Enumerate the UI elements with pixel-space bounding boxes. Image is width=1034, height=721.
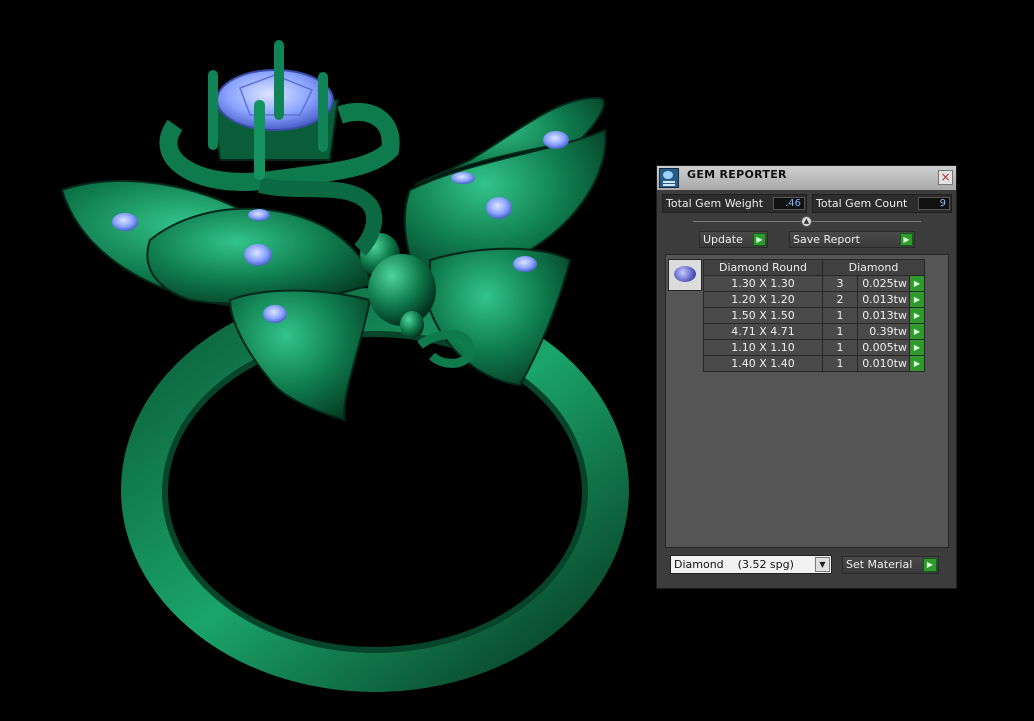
gem-count-cell: 3 <box>822 275 858 292</box>
gem-list: Diamond Round Diamond 1.30 X 1.30 3 0.025t… <box>665 254 949 548</box>
gem-size-cell: 1.20 X 1.20 <box>703 291 823 308</box>
gem-weight-cell: 0.39tw <box>857 323 910 340</box>
close-icon[interactable]: × <box>938 170 953 185</box>
material-dropdown[interactable]: Diamond (3.52 spg) ▼ <box>670 555 832 574</box>
gem-size-cell: 1.30 X 1.30 <box>703 275 823 292</box>
table-row[interactable]: 1.10 X 1.10 1 0.005tw ▶ <box>703 339 925 356</box>
panel-title: GEM REPORTER <box>687 168 787 181</box>
accent-gem <box>263 305 287 323</box>
go-arrow-icon[interactable]: ▶ <box>909 355 925 372</box>
total-gem-count-value: 9 <box>918 197 950 210</box>
total-gem-weight: Total Gem Weight .46 <box>662 194 807 213</box>
accent-gem <box>543 131 569 149</box>
gem-count-cell: 1 <box>822 355 858 372</box>
gem-size-cell: 1.40 X 1.40 <box>703 355 823 372</box>
go-arrow-icon[interactable]: ▶ <box>909 339 925 356</box>
table-row[interactable]: 1.40 X 1.40 1 0.010tw ▶ <box>703 355 925 372</box>
table-row[interactable]: 1.50 X 1.50 1 0.013tw ▶ <box>703 307 925 324</box>
total-gem-count-label: Total Gem Count <box>816 197 908 210</box>
diamond-gem-icon[interactable] <box>668 259 702 291</box>
table-row[interactable]: 4.71 X 4.71 1 0.39tw ▶ <box>703 323 925 340</box>
gem-count-cell: 2 <box>822 291 858 308</box>
gem-size-cell: 4.71 X 4.71 <box>703 323 823 340</box>
gem-count-cell: 1 <box>822 307 858 324</box>
total-gem-weight-label: Total Gem Weight <box>666 197 764 210</box>
column-header-shape: Diamond Round <box>703 259 823 276</box>
go-arrow-icon: ▶ <box>753 233 766 246</box>
accent-gem <box>451 172 475 184</box>
save-report-button[interactable]: Save Report ▶ <box>789 231 915 248</box>
gem-size-cell: 1.50 X 1.50 <box>703 307 823 324</box>
accent-gem <box>513 256 537 272</box>
material-selected-value: Diamond (3.52 spg) <box>674 558 794 571</box>
accent-gem <box>244 244 272 266</box>
ring-band <box>121 288 629 692</box>
table-row[interactable]: 1.20 X 1.20 2 0.013tw ▶ <box>703 291 925 308</box>
gem-count-cell: 1 <box>822 323 858 340</box>
gem-weight-cell: 0.025tw <box>857 275 910 292</box>
go-arrow-icon: ▶ <box>900 233 913 246</box>
go-arrow-icon[interactable]: ▶ <box>909 307 925 324</box>
gem-size-cell: 1.10 X 1.10 <box>703 339 823 356</box>
go-arrow-icon[interactable]: ▶ <box>909 275 925 292</box>
gem-weight-cell: 0.013tw <box>857 307 910 324</box>
collapse-icon[interactable]: ▲ <box>801 216 812 227</box>
gem-weight-cell: 0.005tw <box>857 339 910 356</box>
set-material-button-label: Set Material <box>846 558 913 571</box>
total-gem-weight-value: .46 <box>773 197 805 210</box>
gem-weight-cell: 0.010tw <box>857 355 910 372</box>
chevron-down-icon[interactable]: ▼ <box>815 557 830 572</box>
save-report-button-label: Save Report <box>793 233 860 246</box>
go-arrow-icon[interactable]: ▶ <box>909 323 925 340</box>
column-header-material: Diamond <box>822 259 925 276</box>
gem-weight-cell: 0.013tw <box>857 291 910 308</box>
set-material-button[interactable]: Set Material ▶ <box>842 556 939 574</box>
go-arrow-icon: ▶ <box>923 558 937 572</box>
table-header-row: Diamond Round Diamond <box>703 259 925 276</box>
gem-count-cell: 1 <box>822 339 858 356</box>
update-button[interactable]: Update ▶ <box>699 231 768 248</box>
table-row[interactable]: 1.30 X 1.30 3 0.025tw ▶ <box>703 275 925 292</box>
go-arrow-icon[interactable]: ▶ <box>909 291 925 308</box>
accent-gem <box>248 209 270 221</box>
panel-titlebar[interactable]: GEM REPORTER × <box>657 166 956 190</box>
accent-gem <box>112 213 138 231</box>
update-button-label: Update <box>703 233 743 246</box>
accent-gem <box>486 197 512 219</box>
total-gem-count: Total Gem Count 9 <box>812 194 952 213</box>
gem-table: Diamond Round Diamond 1.30 X 1.30 3 0.025t… <box>703 259 925 372</box>
gem-reporter-icon <box>659 168 679 188</box>
gem-reporter-panel: GEM REPORTER × Total Gem Weight .46 Tota… <box>656 165 957 589</box>
